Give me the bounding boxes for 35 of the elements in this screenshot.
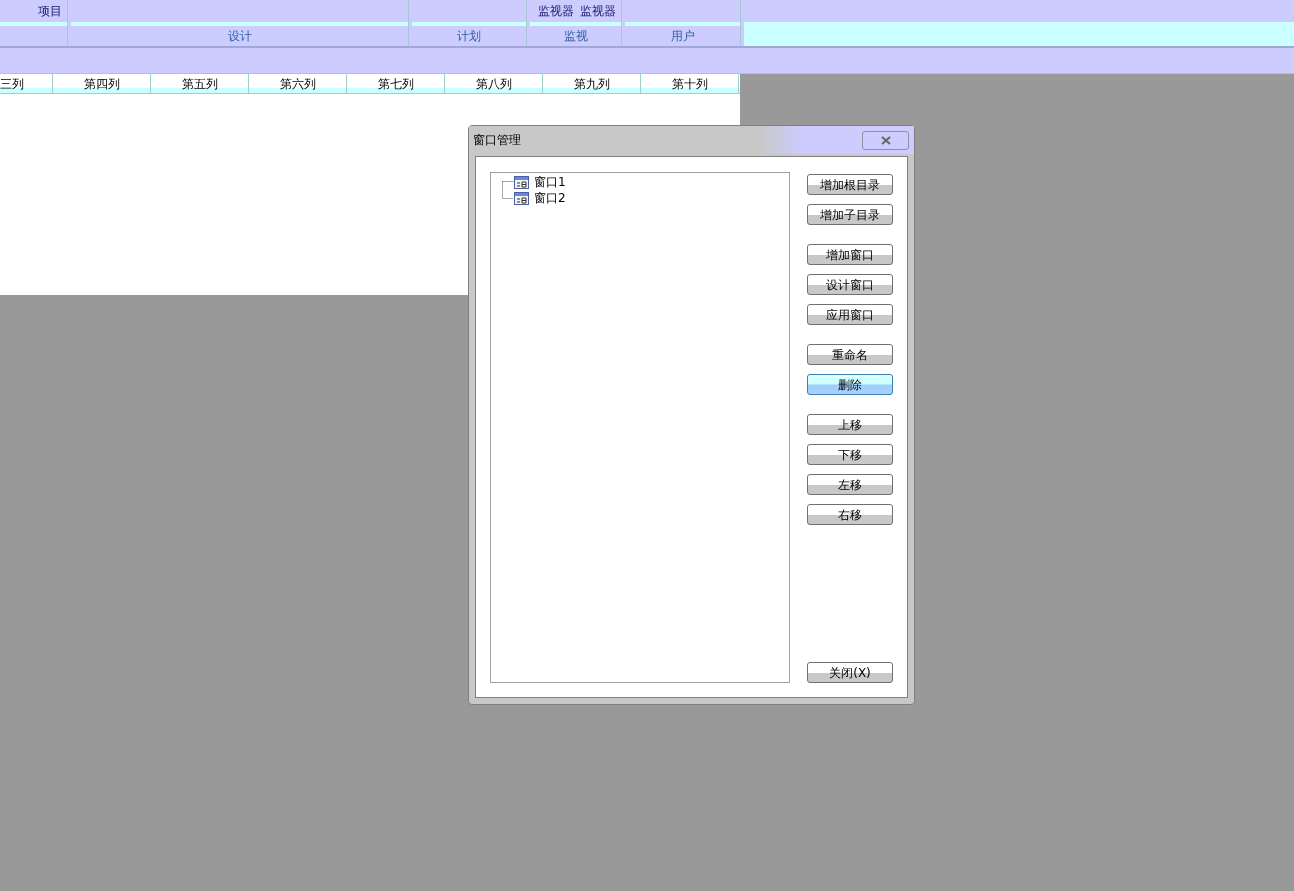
dialog-button[interactable]: 关闭(X) xyxy=(807,662,893,683)
group-label: 监视 xyxy=(563,28,588,45)
group-label: 计划 xyxy=(457,28,481,45)
window-icon xyxy=(514,191,529,205)
column-header[interactable]: 第十列 xyxy=(641,74,739,93)
window-title: 窗口管理 xyxy=(473,132,521,149)
dialog-button[interactable]: 右移 xyxy=(807,504,893,525)
column-header[interactable]: 第六列 xyxy=(249,74,347,93)
tree-lines xyxy=(502,181,514,199)
column-header[interactable]: 第五列 xyxy=(151,74,249,93)
close-button[interactable] xyxy=(862,130,909,150)
group-label: 用户 xyxy=(670,28,695,45)
dialog-button[interactable]: 下移 xyxy=(807,444,893,465)
dialog-button[interactable]: 增加根目录 xyxy=(807,174,893,195)
column-header[interactable]: 第七列 xyxy=(347,74,445,93)
dialog-button[interactable]: 增加窗口 xyxy=(807,244,893,265)
dialog-button[interactable]: 删除 xyxy=(807,374,893,395)
dialog-button[interactable]: 设计窗口 xyxy=(807,274,893,295)
dialog-button[interactable]: 左移 xyxy=(807,474,893,495)
dialog-button[interactable]: 重命名 xyxy=(807,344,893,365)
dialog-button[interactable]: 增加子目录 xyxy=(807,204,893,225)
column-header[interactable]: 第四列 xyxy=(53,74,151,93)
ribbon-item[interactable]: 监视器 xyxy=(537,2,575,20)
window-icon xyxy=(514,175,529,189)
column-header[interactable]: 第九列 xyxy=(543,74,641,93)
tree-item[interactable]: 窗口1 xyxy=(534,175,566,189)
column-header[interactable]: 三列 xyxy=(0,74,53,93)
dialog-button[interactable]: 应用窗口 xyxy=(807,304,893,325)
ribbon-item[interactable]: 项目 xyxy=(37,2,63,20)
dialog-button[interactable]: 上移 xyxy=(807,414,893,435)
tree-item[interactable]: 窗口2 xyxy=(534,191,566,205)
ribbon-item[interactable]: 监视器 xyxy=(579,2,617,20)
close-icon xyxy=(880,135,891,145)
group-label: 设计 xyxy=(227,28,252,45)
column-header[interactable]: 第八列 xyxy=(445,74,543,93)
